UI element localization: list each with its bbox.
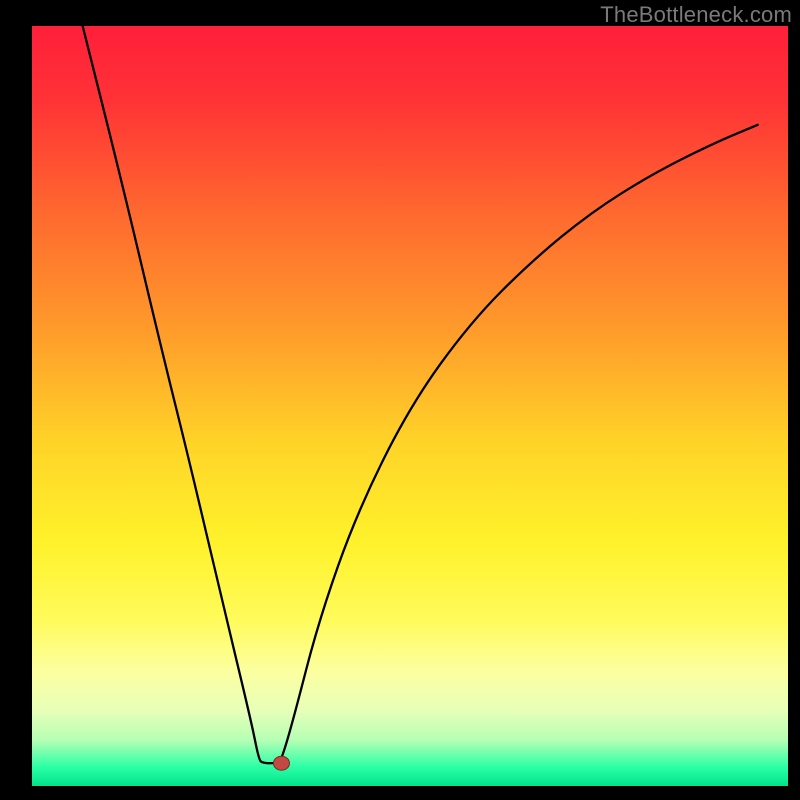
optimal-point-marker: [273, 756, 289, 770]
watermark-text: TheBottleneck.com: [600, 2, 792, 28]
chart-frame: TheBottleneck.com: [0, 0, 800, 800]
bottleneck-chart: [0, 0, 800, 800]
plot-background: [32, 26, 788, 786]
